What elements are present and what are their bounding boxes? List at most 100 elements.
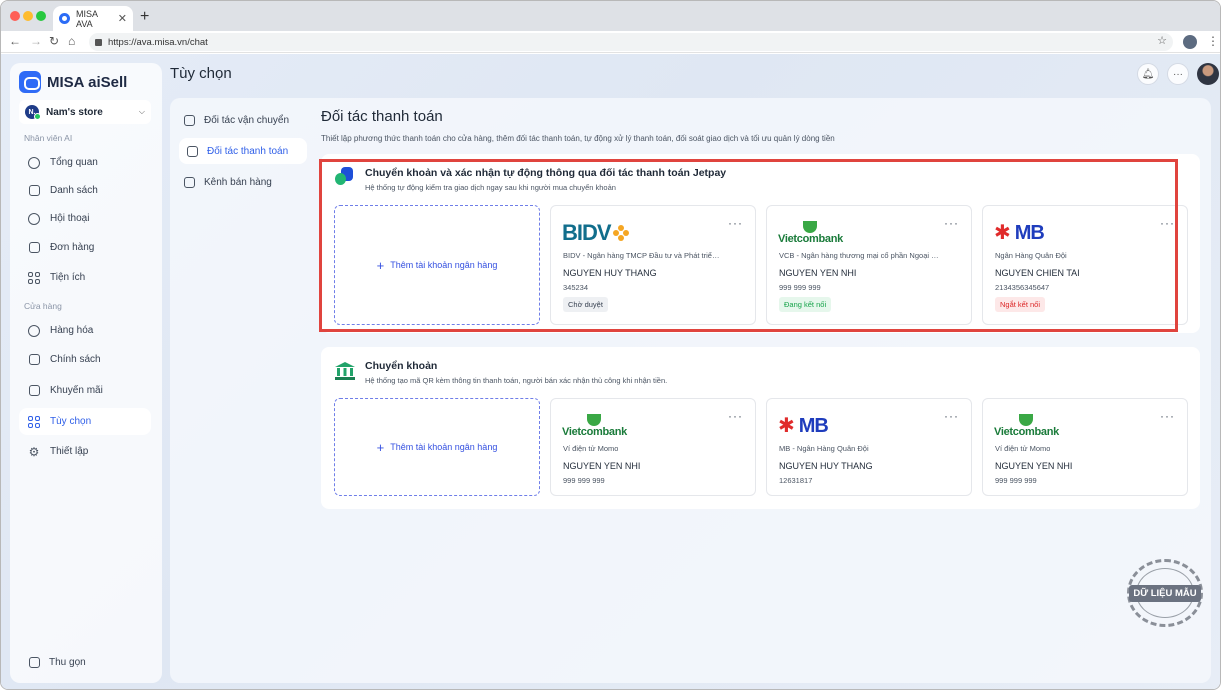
book-icon [27,353,41,367]
tab-title: MISA AVA [76,8,98,29]
more-options-icon[interactable]: ··· [1160,216,1175,230]
top-actions: 🔔︎ ··· [1137,63,1219,85]
forward-icon[interactable]: → [30,34,42,48]
mb-logo: ✱ MB [994,220,1045,246]
bank-desc: VCB - Ngân hàng thương mại cổ phần Ngoại… [779,251,939,260]
collapse-sidebar-button[interactable]: Thu gọn [19,655,86,669]
more-options-icon[interactable]: ··· [728,409,743,423]
sidebar-item-label: Thiết lập [50,446,89,457]
bidv-logo: BIDV [562,220,629,246]
tab-close-icon[interactable]: ✕ [118,12,127,25]
more-options-icon[interactable]: ··· [944,409,959,423]
status-badge: Ngắt kết nối [995,297,1046,312]
bank-desc: MB - Ngân Hàng Quân Đội [779,444,869,453]
sidebar-item-orders[interactable]: Đơn hàng [19,234,151,261]
minimize-window-button[interactable] [23,11,33,21]
sidebar-item-options[interactable]: Tùy chọn [19,408,151,435]
sidebar-item-promotions[interactable]: Khuyến mãi [19,377,151,404]
new-tab-button[interactable]: + [140,8,149,26]
bidv-flower-icon [612,225,629,241]
more-icon[interactable]: ··· [1167,63,1189,85]
content-panel: Đối tác vận chuyển Đối tác thanh toán Kê… [170,98,1211,683]
subnav-label: Đối tác vận chuyển [204,114,290,126]
bank-desc: Ví điện tử Momo [563,444,619,453]
browser-menu-icon[interactable]: ⋮ [1207,34,1219,48]
bell-icon[interactable]: 🔔︎ [1137,63,1159,85]
plus-icon: + [376,439,385,455]
account-number: 999 999 999 [995,476,1037,485]
more-options-icon[interactable]: ··· [728,216,743,230]
sidebar-item-label: Tiện ích [50,272,86,283]
sidebar-item-label: Chính sách [50,354,101,365]
brand-logo[interactable]: MISA aiSell [19,71,127,93]
vietcombank-logo: Vietcombank [562,413,627,439]
brand-name: MISA aiSell [47,73,128,91]
contacts-icon [27,184,41,198]
bank-desc: BIDV - Ngân hàng TMCP Đầu tư và Phát tri… [563,251,723,260]
sidebar-item-settings[interactable]: ⚙ Thiết lập [19,438,151,465]
sidebar-item-list[interactable]: Danh sách [19,177,151,204]
bank-card-vietcombank[interactable]: Vietcombank ··· Ví điện tử Momo NGUYEN Y… [982,398,1188,496]
sidebar-item-label: Hội thoại [50,213,90,224]
store-avatar: N. [25,105,41,120]
bank-card-vietcombank[interactable]: Vietcombank ··· Ví điện tử Momo NGUYEN Y… [550,398,756,496]
sidebar-item-products[interactable]: Hàng hóa [19,317,151,344]
collapse-icon [27,655,41,669]
account-owner: NGUYEN CHIEN TAI [995,268,1080,278]
browser-window: MISA AVA ✕ + ← → ↻ ⌂ https://ava.misa.vn… [0,0,1221,690]
more-options-icon[interactable]: ··· [944,216,959,230]
subnav-label: Kênh bán hàng [204,176,272,188]
subnav-shipping-partners[interactable]: Đối tác vận chuyển [179,107,307,133]
sample-data-stamp: DỮ LIỆU MẪU [1127,559,1203,627]
subnav-payment-partners[interactable]: Đối tác thanh toán [179,138,307,164]
pie-chart-icon [27,156,41,170]
bank-card-vietcombank[interactable]: Vietcombank ··· VCB - Ngân hàng thương m… [766,205,972,325]
subnav-sales-channels[interactable]: Kênh bán hàng [179,169,307,195]
user-avatar[interactable] [1197,63,1219,85]
account-owner: NGUYEN YEN NHI [563,461,641,471]
gift-icon [27,384,41,398]
url-field[interactable]: https://ava.misa.vn/chat ☆ [89,33,1173,51]
sidebar-item-utilities[interactable]: Tiện ích [19,264,151,291]
more-options-icon[interactable]: ··· [1160,409,1175,423]
section-subtitle: Thiết lập phương thức thanh toán cho cửa… [321,134,835,143]
sidebar: MISA aiSell N. Nam's store ⌵ Nhân viên A… [10,63,162,683]
jetpay-card: Chuyển khoản và xác nhận tự động thông q… [321,154,1200,333]
bank-transfer-desc: Hệ thống tạo mã QR kèm thông tin thanh t… [365,376,668,385]
account-owner: NGUYEN HUY THANG [563,268,657,278]
bookmark-star-icon[interactable]: ☆ [1157,34,1167,47]
home-icon[interactable]: ⌂ [68,34,75,48]
add-bank-account-button[interactable]: + Thêm tài khoản ngân hàng [334,398,540,496]
add-bank-account-button[interactable]: + Thêm tài khoản ngân hàng [334,205,540,325]
vietcombank-logo: Vietcombank [778,220,843,246]
sidebar-item-policies[interactable]: Chính sách [19,346,151,373]
bank-building-icon [335,362,355,380]
reload-icon[interactable]: ↻ [49,34,59,48]
status-badge: Chờ duyệt [563,297,608,312]
sidebar-item-label: Khuyến mãi [50,385,103,396]
truck-icon [182,113,196,127]
mb-logo-text: MB [798,414,829,437]
gear-icon: ⚙ [28,444,40,459]
bank-card-bidv[interactable]: BIDV ··· BIDV - Ngân hàng TMCP Đầu tư và… [550,205,756,325]
plus-icon: + [376,257,385,273]
store-icon [182,175,196,189]
store-selector[interactable]: N. Nam's store ⌵ [19,100,151,124]
sidebar-item-overview[interactable]: Tổng quan [19,149,151,176]
sidebar-item-label: Danh sách [50,185,98,196]
maximize-window-button[interactable] [36,11,46,21]
bank-card-mb[interactable]: ✱ MB ··· Ngân Hàng Quân Đội NGUYEN CHIEN… [982,205,1188,325]
back-icon[interactable]: ← [9,34,21,48]
close-window-button[interactable] [10,11,20,21]
sidebar-item-conversations[interactable]: Hội thoại [19,205,151,232]
bank-transfer-title: Chuyển khoản [365,360,438,372]
vietcombank-leaf-icon [1019,414,1034,426]
sidebar-item-label: Tùy chọn [50,416,92,427]
browser-tab[interactable]: MISA AVA ✕ [53,6,133,31]
bank-card-mb[interactable]: ✱ MB ··· MB - Ngân Hàng Quân Đội NGUYEN … [766,398,972,496]
vietcombank-logo: Vietcombank [994,413,1059,439]
section-label-ai: Nhân viên AI [24,133,73,143]
card-icon [185,144,199,158]
profile-avatar[interactable] [1183,35,1197,49]
account-number: 999 999 999 [779,283,821,292]
